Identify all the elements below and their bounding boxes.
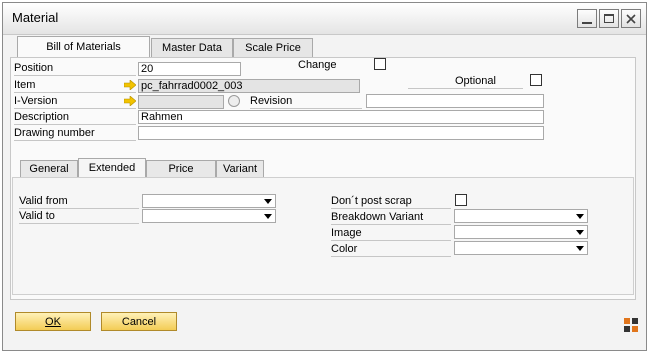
tab-master-data[interactable]: Master Data <box>151 38 233 57</box>
label-underline <box>408 88 523 89</box>
optional-checkbox[interactable] <box>530 74 542 86</box>
tab-label: General <box>29 163 69 175</box>
label-underline <box>14 92 136 93</box>
valid-to-dropdown[interactable] <box>142 209 276 223</box>
list-choose-icon[interactable] <box>228 95 240 107</box>
minimize-button[interactable] <box>577 9 597 28</box>
label-underline <box>14 140 136 141</box>
position-label: Position <box>14 62 54 74</box>
color-dropdown[interactable] <box>454 241 588 255</box>
breakdown-variant-label: Breakdown Variant <box>331 211 424 223</box>
tab-extended[interactable]: Extended <box>78 158 146 177</box>
description-input[interactable]: Rahmen <box>138 110 544 124</box>
image-dropdown[interactable] <box>454 225 588 239</box>
label-underline <box>19 223 139 224</box>
dropdown-arrow-icon <box>264 214 272 219</box>
ok-button[interactable]: OK <box>15 312 91 331</box>
tab-label: Bill of Materials <box>46 41 121 53</box>
tab-general[interactable]: General <box>20 160 78 177</box>
tab-label: Variant <box>222 163 258 175</box>
dropdown-arrow-icon <box>576 246 584 251</box>
item-label: Item <box>14 79 36 91</box>
label-underline <box>331 256 451 257</box>
tab-label: Extended <box>88 162 136 174</box>
label-underline <box>14 75 136 76</box>
tab-label: Price <box>168 163 194 175</box>
item-field[interactable]: pc_fahrrad0002_003 <box>138 79 360 93</box>
drawing-number-label: Drawing number <box>14 127 95 139</box>
tab-scale-price[interactable]: Scale Price <box>233 38 313 57</box>
maximize-icon <box>604 14 614 23</box>
tab-bill-of-materials[interactable]: Bill of Materials <box>17 36 150 57</box>
minimize-icon <box>582 21 592 24</box>
close-button[interactable] <box>621 9 641 28</box>
dropdown-arrow-icon <box>576 230 584 235</box>
dont-post-scrap-label: Don´t post scrap <box>331 195 412 207</box>
tab-label: Scale Price <box>245 42 301 54</box>
link-arrow-icon[interactable] <box>124 80 136 90</box>
valid-from-label: Valid from <box>19 195 68 207</box>
cancel-button[interactable]: Cancel <box>101 312 177 331</box>
iversion-label: I-Version <box>14 95 58 107</box>
optional-label: Optional <box>455 75 496 87</box>
window-title: Material <box>12 10 59 25</box>
cancel-button-label: Cancel <box>121 315 157 328</box>
change-checkbox[interactable] <box>374 58 386 70</box>
ok-button-label: OK <box>45 315 61 328</box>
revision-input[interactable] <box>366 94 544 108</box>
title-bar[interactable] <box>3 3 646 35</box>
link-arrow-icon[interactable] <box>124 96 136 106</box>
label-underline <box>331 208 451 209</box>
label-underline <box>19 208 139 209</box>
breakdown-variant-dropdown[interactable] <box>454 209 588 223</box>
description-label: Description <box>14 111 70 123</box>
change-label: Change <box>298 59 337 71</box>
position-input[interactable]: 20 <box>138 62 241 76</box>
iversion-field[interactable] <box>138 95 224 109</box>
dont-post-scrap-checkbox[interactable] <box>455 194 467 206</box>
tab-label: Master Data <box>162 42 222 54</box>
image-label: Image <box>331 227 362 239</box>
dropdown-arrow-icon <box>576 214 584 219</box>
maximize-button[interactable] <box>599 9 619 28</box>
valid-from-dropdown[interactable] <box>142 194 276 208</box>
dropdown-arrow-icon <box>264 199 272 204</box>
close-icon <box>626 13 636 24</box>
label-underline <box>14 108 136 109</box>
tab-price[interactable]: Price <box>146 160 216 177</box>
sap-logo-icon <box>624 318 638 332</box>
label-underline <box>331 240 451 241</box>
label-underline <box>331 224 451 225</box>
drawing-number-input[interactable] <box>138 126 544 140</box>
color-label: Color <box>331 243 358 255</box>
label-underline <box>14 124 136 125</box>
revision-label: Revision <box>250 95 293 107</box>
valid-to-label: Valid to <box>19 210 55 222</box>
tab-variant[interactable]: Variant <box>216 160 264 177</box>
label-underline <box>250 108 362 109</box>
